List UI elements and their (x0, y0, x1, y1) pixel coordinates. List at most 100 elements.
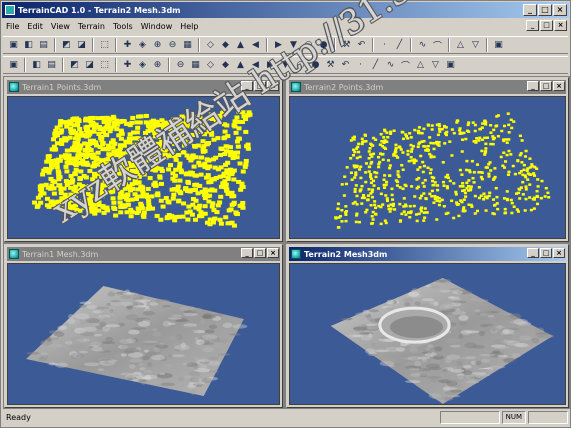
terrain-point (513, 172, 517, 176)
child-minimize-button[interactable]: _ (527, 248, 539, 258)
child-window-terrain2-mesh[interactable]: Terrain2 Mesh3dm _ □ × (286, 244, 569, 408)
child-maximize-button[interactable]: □ (540, 81, 552, 91)
tri16-icon[interactable]: ▽ (429, 59, 442, 72)
child-close-button[interactable]: × (553, 81, 565, 91)
tri8-icon[interactable]: ● (309, 59, 322, 72)
mdi-minimize-button[interactable]: _ (526, 20, 539, 31)
mesh-icon[interactable]: ▦ (189, 59, 202, 72)
terrain-point (223, 182, 229, 187)
pencil-icon[interactable]: ◩ (68, 59, 81, 72)
tri11-icon[interactable]: · (354, 59, 367, 72)
tri4-icon[interactable]: ◀ (249, 59, 262, 72)
viewport-points1[interactable] (7, 96, 280, 239)
tri13-icon[interactable]: ∿ (384, 59, 397, 72)
tri6-icon[interactable]: ▼ (279, 59, 292, 72)
viewport-mesh1[interactable] (7, 263, 280, 405)
poly1-icon[interactable]: ✚ (121, 59, 134, 72)
tri12-icon[interactable]: ╱ (369, 59, 382, 72)
child-minimize-button[interactable]: _ (527, 81, 539, 91)
child-maximize-button[interactable]: □ (254, 81, 266, 91)
polyline-icon[interactable]: ⬚ (98, 59, 111, 72)
viewport-mesh2[interactable] (289, 263, 566, 405)
child-minimize-button[interactable]: _ (241, 248, 253, 258)
curve-icon[interactable]: ◪ (83, 59, 96, 72)
mdi-close-button[interactable]: × (554, 20, 567, 31)
zoom-out-icon[interactable]: ▦ (181, 39, 194, 52)
menu-edit[interactable]: Edit (27, 22, 43, 31)
child-close-button[interactable]: × (553, 248, 565, 258)
tri17-icon[interactable]: ▣ (444, 59, 457, 72)
maximize-button[interactable]: □ (538, 4, 552, 16)
tri7-icon[interactable]: ○ (294, 59, 307, 72)
menu-window[interactable]: Window (141, 22, 173, 31)
view-top-icon[interactable]: ◆ (219, 39, 232, 52)
mdi-restore-button[interactable]: □ (540, 20, 553, 31)
child-maximize-button[interactable]: □ (540, 248, 552, 258)
view-iso-icon[interactable]: ◀ (249, 39, 262, 52)
viewport-points2[interactable] (289, 96, 566, 239)
tri15-icon[interactable]: △ (414, 59, 427, 72)
view-front-icon[interactable]: ◇ (204, 39, 217, 52)
tri5-icon[interactable]: ▶ (264, 59, 277, 72)
target-icon[interactable]: ▽ (469, 39, 482, 52)
child-titlebar[interactable]: Terrain1 Mesh.3dm (7, 247, 280, 261)
menu-file[interactable]: File (6, 22, 19, 31)
child-titlebar[interactable]: Terrain1 Points.3dm (7, 80, 280, 94)
child-close-button[interactable]: × (267, 248, 279, 258)
zoom-icon[interactable]: ⊕ (151, 39, 164, 52)
minimize-button[interactable]: _ (523, 4, 537, 16)
box1-icon[interactable]: ⚒ (340, 39, 353, 52)
tri1-icon[interactable]: ◇ (204, 59, 217, 72)
menu-help[interactable]: Help (180, 22, 198, 31)
circle1-icon[interactable]: ∿ (416, 39, 429, 52)
rotate4-icon[interactable]: ● (317, 39, 330, 52)
open-icon[interactable]: ◧ (22, 39, 35, 52)
point-icon[interactable]: ◧ (30, 59, 43, 72)
new-icon[interactable]: ▣ (7, 39, 20, 52)
child-titlebar[interactable]: Terrain2 Mesh3dm (289, 247, 566, 261)
tri14-icon[interactable]: ⌒ (399, 59, 412, 72)
bar-icon[interactable]: ⊖ (174, 59, 187, 72)
grid-icon[interactable]: △ (454, 39, 467, 52)
pan-icon[interactable]: ◈ (136, 39, 149, 52)
circle2-icon[interactable]: ⌒ (431, 39, 444, 52)
view-side-icon[interactable]: ▲ (234, 39, 247, 52)
child-minimize-button[interactable]: _ (241, 81, 253, 91)
close-button[interactable]: × (553, 4, 567, 16)
poly3-icon[interactable]: ⊕ (151, 59, 164, 72)
app-titlebar[interactable]: TerrainCAD 1.0 - Terrain2 Mesh.3dm _ □ × (2, 2, 569, 18)
mesh-relief (497, 354, 508, 358)
select-icon[interactable]: ✚ (121, 39, 134, 52)
rotate1-icon[interactable]: ▶ (272, 39, 285, 52)
layer1-icon[interactable]: · (378, 39, 391, 52)
child-maximize-button[interactable]: □ (254, 248, 266, 258)
tool-icon[interactable]: ▣ (492, 39, 505, 52)
menubar: File Edit View Terrain Tools Window Help (2, 19, 569, 34)
child-window-terrain1-points[interactable]: Terrain1 Points.3dm _ □ × (4, 77, 283, 242)
tri3-icon[interactable]: ▲ (234, 59, 247, 72)
menu-tools[interactable]: Tools (113, 22, 133, 31)
undo-icon[interactable]: ▣ (7, 59, 20, 72)
tri9-icon[interactable]: ⚒ (324, 59, 337, 72)
terrain-point (154, 147, 160, 152)
layer2-icon[interactable]: ╱ (393, 39, 406, 52)
line-icon[interactable]: ▤ (45, 59, 58, 72)
terrain-point (471, 121, 475, 124)
child-window-terrain1-mesh[interactable]: Terrain1 Mesh.3dm _ □ × (4, 244, 283, 408)
properties-icon[interactable]: ⬚ (98, 39, 111, 52)
tri2-icon[interactable]: ◆ (219, 59, 232, 72)
zoom-in-icon[interactable]: ⊖ (166, 39, 179, 52)
child-window-terrain2-points[interactable]: Terrain2 Points.3dm _ □ × (286, 77, 569, 242)
child-titlebar[interactable]: Terrain2 Points.3dm (289, 80, 566, 94)
menu-view[interactable]: View (51, 22, 70, 31)
menu-terrain[interactable]: Terrain (78, 22, 105, 31)
box2-icon[interactable]: ↶ (355, 39, 368, 52)
poly2-icon[interactable]: ◈ (136, 59, 149, 72)
rotate3-icon[interactable]: ○ (302, 39, 315, 52)
child-close-button[interactable]: × (267, 81, 279, 91)
tri10-icon[interactable]: ↶ (339, 59, 352, 72)
preview-icon[interactable]: ◪ (75, 39, 88, 52)
print-icon[interactable]: ◩ (60, 39, 73, 52)
rotate2-icon[interactable]: ▼ (287, 39, 300, 52)
save-icon[interactable]: ▤ (37, 39, 50, 52)
